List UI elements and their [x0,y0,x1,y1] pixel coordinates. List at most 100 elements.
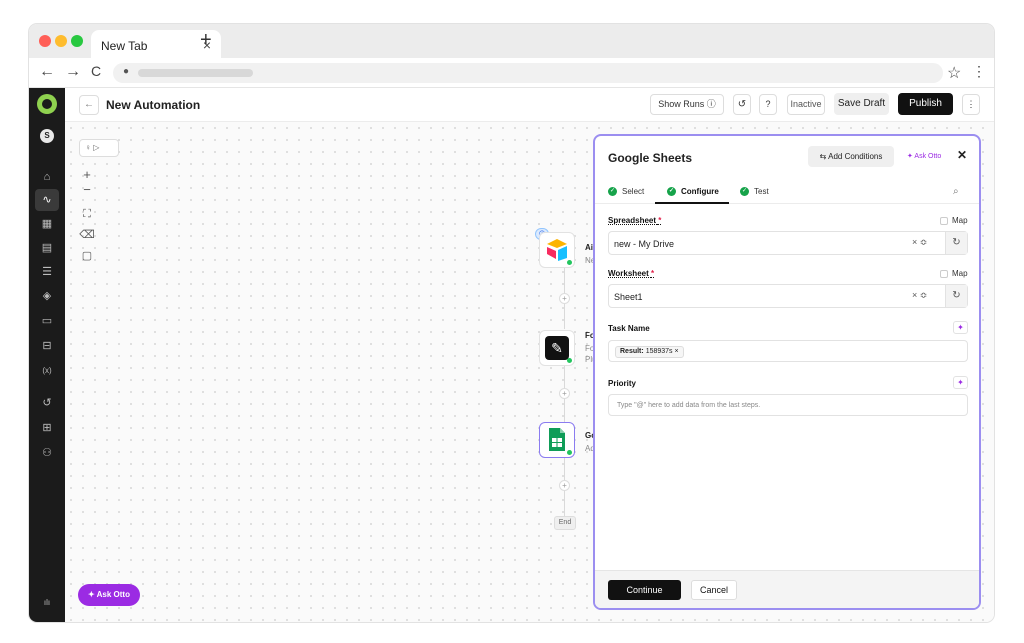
refresh-icon[interactable]: ↻ [945,285,967,307]
app-sidebar: S ⌂ ∿ ▦ ▤ ☰ ◈ ▭ ⊟ (x) ↺ ⊞ ⚇ ılı [29,88,65,622]
refresh-icon[interactable]: ↻ [945,232,967,254]
back-button[interactable]: ← [79,95,99,115]
task-name-input[interactable]: Result: 158937s × [608,340,968,362]
search-icon[interactable]: ⌕ [953,186,959,197]
minimize-window-button[interactable] [55,35,67,47]
continue-button[interactable]: Continue [608,580,681,600]
maximize-window-button[interactable] [71,35,83,47]
formatter-node[interactable]: ✎ [539,330,575,366]
view-toggle[interactable]: ♀ ▷ [79,139,119,157]
note-icon[interactable]: ▢ [79,248,95,264]
close-icon[interactable]: ✕ [957,148,967,162]
checkbox[interactable] [940,269,948,278]
add-step-button[interactable]: + [559,388,570,399]
worksheet-map-toggle[interactable]: Map [940,269,968,278]
active-tab-indicator [655,202,729,204]
clear-select-icon[interactable]: × ≎ [912,237,927,248]
spreadsheet-label: Spreadsheet * [608,216,662,225]
document-icon[interactable]: ▤ [35,237,59,259]
panel-tabs: ✓ Select ✓ Configure ✓ Test ⌕ [595,178,979,204]
ask-otto-button[interactable]: ✦ Ask Otto [78,584,140,606]
publish-button[interactable]: Publish [898,93,953,115]
add-step-button[interactable]: + [559,480,570,491]
worksheet-value: Sheet1 [614,292,643,302]
pencil-icon: ✎ [545,336,569,360]
tab-title: New Tab [101,39,148,53]
priority-label: Priority [608,379,637,388]
task-name-label: Task Name [608,324,650,333]
save-draft-button[interactable]: Save Draft [834,93,889,115]
automation-icon[interactable]: ∿ [35,189,59,211]
status-dot [567,358,572,363]
spreadsheet-value: new - My Drive [614,239,675,249]
data-pill[interactable]: Result: 158937s × [615,346,684,358]
new-tab-button[interactable]: + [200,29,212,52]
spreadsheet-select[interactable]: new - My Drive × ≎ ↻ [608,231,968,255]
step-config-panel: Google Sheets ⇆ Add Conditions ✦ Ask Ott… [593,134,981,610]
status-dot [567,260,572,265]
add-step-button[interactable]: + [559,293,570,304]
history-icon[interactable]: ↺ [35,392,59,414]
ai-sparkle-icon[interactable]: ✦ [953,321,968,334]
zoom-out-icon[interactable]: − [79,182,95,198]
apps-icon[interactable]: ⊞ [35,417,59,439]
tab-label: Configure [681,187,719,196]
priority-input[interactable]: Type "@" here to add data from the last … [608,394,968,416]
bookmark-star-icon[interactable]: ☆ [947,63,961,83]
history-icon[interactable]: ↺ [733,94,751,115]
server-icon[interactable]: ☰ [35,261,59,283]
ask-otto-link[interactable]: ✦ Ask Otto [907,152,941,160]
show-runs-toggle[interactable]: Show Runs ⓘ [650,94,724,115]
app-logo[interactable] [37,94,57,114]
close-window-button[interactable] [39,35,51,47]
address-bar-row: ← → C ● ☆ ⋮ [29,58,994,88]
spreadsheet-map-toggle[interactable]: Map [940,216,968,225]
lock-icon: ● [123,66,130,77]
pill-remove-icon[interactable]: × [675,348,679,355]
home-icon[interactable]: ⌂ [35,166,59,188]
ai-sparkle-icon[interactable]: ✦ [953,376,968,389]
eraser-icon[interactable]: ⌫ [79,227,95,243]
table-icon[interactable]: ▦ [35,213,59,235]
checkbox[interactable] [940,216,948,225]
reload-icon[interactable]: C [91,63,101,79]
url-text-redacted [138,69,253,77]
analytics-icon[interactable]: ılı [35,592,59,614]
tab-select[interactable]: ✓ Select [608,187,645,197]
panel-footer: Continue Cancel [595,570,979,608]
end-node: End [554,516,576,530]
check-circle-icon: ✓ [608,187,617,197]
back-icon[interactable]: ← [39,63,55,81]
layers-icon[interactable]: ◈ [35,285,59,307]
tab-configure[interactable]: ✓ Configure [667,187,719,197]
priority-placeholder: Type "@" here to add data from the last … [617,402,761,409]
variables-icon[interactable]: (x) [35,360,59,382]
clear-select-icon[interactable]: × ≎ [912,290,927,301]
url-input[interactable]: ● [113,63,943,83]
cancel-button[interactable]: Cancel [691,580,737,600]
more-options-icon[interactable]: ⋮ [962,94,980,115]
browser-menu-icon[interactable]: ⋮ [972,63,986,80]
automation-header: ← New Automation Show Runs ⓘ ↺ ? Inactiv… [65,88,994,122]
zoom-in-icon[interactable]: + [79,167,95,183]
help-icon[interactable]: ? [759,94,777,115]
tab-label: Select [622,187,645,196]
folder-icon[interactable]: ▭ [35,310,59,332]
forward-icon[interactable]: → [65,63,81,81]
tab-test[interactable]: ✓ Test [740,187,769,197]
avatar[interactable]: S [40,129,54,143]
browser-window: New Tab × + ← → C ● ☆ ⋮ S ⌂ ∿ ▦ ▤ ☰ ◈ ▭ … [29,24,994,622]
worksheet-select[interactable]: Sheet1 × ≎ ↻ [608,284,968,308]
fit-view-icon[interactable]: ⛶ [79,206,95,222]
airtable-node[interactable] [539,232,575,268]
status-badge[interactable]: Inactive [787,94,825,115]
page-title: New Automation [106,98,201,112]
users-icon[interactable]: ⚇ [35,442,59,464]
google-sheets-node[interactable] [539,422,575,458]
workflow-canvas[interactable]: ♀ ▷ + − ⛶ ⌫ ▢ + + + ◷ AirTable New Reco … [65,122,994,622]
inbox-icon[interactable]: ⊟ [35,335,59,357]
panel-title: Google Sheets [608,151,693,165]
check-circle-icon: ✓ [740,187,749,197]
tab-label: Test [754,187,769,196]
add-conditions-button[interactable]: ⇆ Add Conditions [808,146,894,167]
